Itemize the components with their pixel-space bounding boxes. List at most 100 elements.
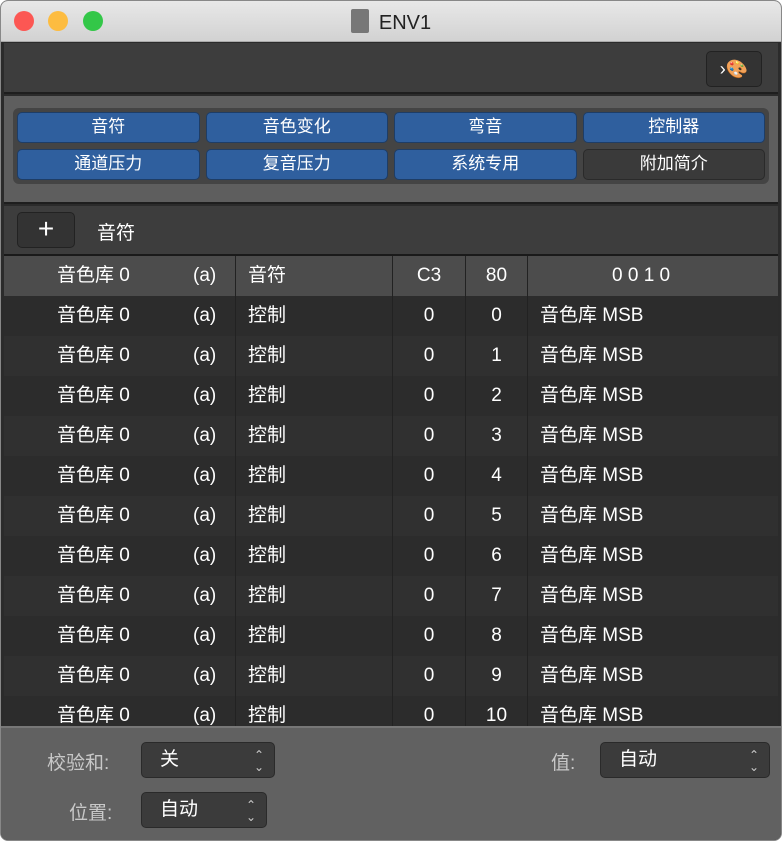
channel: (a) [193, 465, 217, 486]
filter-grid: 音符 音色变化 弯音 控制器通道压力 复音压力 系统专用 附加简介 [13, 108, 769, 184]
channel: (a) [193, 265, 217, 286]
bank: 音色库 0 [57, 345, 130, 366]
table-row[interactable]: 音色库 0 (a) 控制 0 4 音色库 MSB [4, 456, 778, 496]
table-row[interactable]: 音色库 0 (a) 控制 0 5 音色库 MSB [4, 496, 778, 536]
description-cell: 音色库 MSB [540, 505, 644, 526]
type-cell: 音符 [236, 256, 393, 296]
value1-cell: 0 [393, 656, 466, 696]
description-cell: 音色库 MSB [540, 705, 644, 726]
type-cell: 控制 [236, 296, 393, 336]
value2-cell: 2 [466, 376, 528, 416]
table-row[interactable]: 音色库 0 (a) 控制 0 0 音色库 MSB [4, 296, 778, 336]
palette-button[interactable]: ›🎨 [706, 51, 762, 87]
value-select[interactable]: 自动 ⌃ ⌄ [600, 742, 770, 778]
checksum-label: 校验和: [47, 753, 110, 774]
checksum-select[interactable]: 关 ⌃ ⌄ [141, 742, 275, 778]
value2-cell: 10 [466, 696, 528, 726]
table-row[interactable]: 音色库 0 (a) 控制 0 8 音色库 MSB [4, 616, 778, 656]
document-icon [350, 9, 369, 33]
value2-cell: 3 [466, 416, 528, 456]
value1-cell: 0 [393, 616, 466, 656]
value1-cell: 0 [393, 336, 466, 376]
value1-cell: 0 [393, 416, 466, 456]
bank: 音色库 0 [57, 625, 130, 646]
title-text: ENV1 [378, 12, 432, 34]
filter-button[interactable]: 控制器 [582, 112, 765, 143]
description-cell: 音色库 MSB [540, 545, 644, 566]
bank: 音色库 0 [57, 545, 130, 566]
bank: 音色库 0 [57, 665, 130, 686]
bank-cell: 音色库 0 (a) [4, 296, 236, 336]
value1-cell: 0 [393, 376, 466, 416]
channel: (a) [193, 425, 217, 446]
table-row[interactable]: 音色库 0 (a) 控制 0 1 音色库 MSB [4, 336, 778, 376]
value1-cell: C3 [393, 256, 466, 296]
filter-button[interactable]: 通道压力 [17, 149, 200, 180]
toolbar: ›🎨 [4, 43, 778, 94]
type-cell: 控制 [236, 576, 393, 616]
value2-cell: 9 [466, 656, 528, 696]
bank: 音色库 0 [57, 425, 130, 446]
table-row[interactable]: 音色库 0 (a) 音符 C3 80 0 0 1 0 [4, 256, 778, 296]
value-label: 值: [551, 753, 576, 774]
bank: 音色库 0 [57, 585, 130, 606]
table-row[interactable]: 音色库 0 (a) 控制 0 3 音色库 MSB [4, 416, 778, 456]
type-cell: 控制 [236, 696, 393, 726]
event-type-label[interactable]: 音符 [97, 218, 135, 245]
filter-button[interactable]: 附加简介 [582, 149, 765, 180]
filter-button[interactable]: 音符 [17, 112, 200, 143]
bank-cell: 音色库 0 (a) [4, 696, 236, 726]
type-cell: 控制 [236, 616, 393, 656]
channel: (a) [193, 305, 217, 326]
table-row[interactable]: 音色库 0 (a) 控制 0 2 音色库 MSB [4, 376, 778, 416]
title-bar: ENV1 [1, 1, 781, 42]
value-value: 自动 [619, 749, 658, 770]
bank: 音色库 0 [57, 505, 130, 526]
palette-icon: ›🎨 [719, 59, 749, 79]
channel: (a) [193, 665, 217, 686]
filter-panel: 音符 音色变化 弯音 控制器通道压力 复音压力 系统专用 附加简介 [4, 96, 778, 204]
bank-cell: 音色库 0 (a) [4, 456, 236, 496]
bank: 音色库 0 [57, 465, 130, 486]
value2-cell: 7 [466, 576, 528, 616]
value2-cell: 5 [466, 496, 528, 536]
filter-button[interactable]: 系统专用 [394, 149, 577, 180]
bank: 音色库 0 [57, 305, 130, 326]
type-cell: 控制 [236, 536, 393, 576]
bank-cell: 音色库 0 (a) [4, 256, 236, 296]
description-cell: 音色库 MSB [540, 345, 644, 366]
type-cell: 控制 [236, 336, 393, 376]
description-cell: 音色库 MSB [540, 425, 644, 446]
description-cell: 音色库 MSB [540, 385, 644, 406]
description-cell: 音色库 MSB [540, 465, 644, 486]
table-row[interactable]: 音色库 0 (a) 控制 0 6 音色库 MSB [4, 536, 778, 576]
position-select[interactable]: 自动 ⌃ ⌄ [141, 792, 267, 828]
channel: (a) [193, 705, 217, 726]
window: ENV1 ›🎨 音符 音色变化 弯音 控制器 通道压力 复音压力 系统专用 附加简介 + 音符… [0, 0, 782, 841]
table-row[interactable]: 音色库 0 (a) 控制 0 9 音色库 MSB [4, 656, 778, 696]
description-cell: 音色库 MSB [540, 585, 644, 606]
value1-cell: 0 [393, 696, 466, 726]
type-cell: 控制 [236, 496, 393, 536]
add-button[interactable]: + [17, 212, 75, 248]
bank-cell: 音色库 0 (a) [4, 496, 236, 536]
filter-button[interactable]: 复音压力 [205, 149, 388, 180]
channel: (a) [193, 545, 217, 566]
value2-cell: 80 [466, 256, 528, 296]
add-event-row: + 音符 [4, 206, 778, 256]
table-row[interactable]: 音色库 0 (a) 控制 0 7 音色库 MSB [4, 576, 778, 616]
filter-button[interactable]: 弯音 [394, 112, 577, 143]
bank: 音色库 0 [57, 265, 130, 286]
bank-cell: 音色库 0 (a) [4, 416, 236, 456]
channel: (a) [193, 385, 217, 406]
filter-button[interactable]: 音色变化 [205, 112, 388, 143]
table-row[interactable]: 音色库 0 (a) 控制 0 10 音色库 MSB [4, 696, 778, 726]
bank-cell: 音色库 0 (a) [4, 376, 236, 416]
value1-cell: 0 [393, 536, 466, 576]
value1-cell: 0 [393, 496, 466, 536]
value1-cell: 0 [393, 576, 466, 616]
description-cell: 音色库 MSB [540, 625, 644, 646]
value2-cell: 6 [466, 536, 528, 576]
channel: (a) [193, 625, 217, 646]
channel: (a) [193, 345, 217, 366]
